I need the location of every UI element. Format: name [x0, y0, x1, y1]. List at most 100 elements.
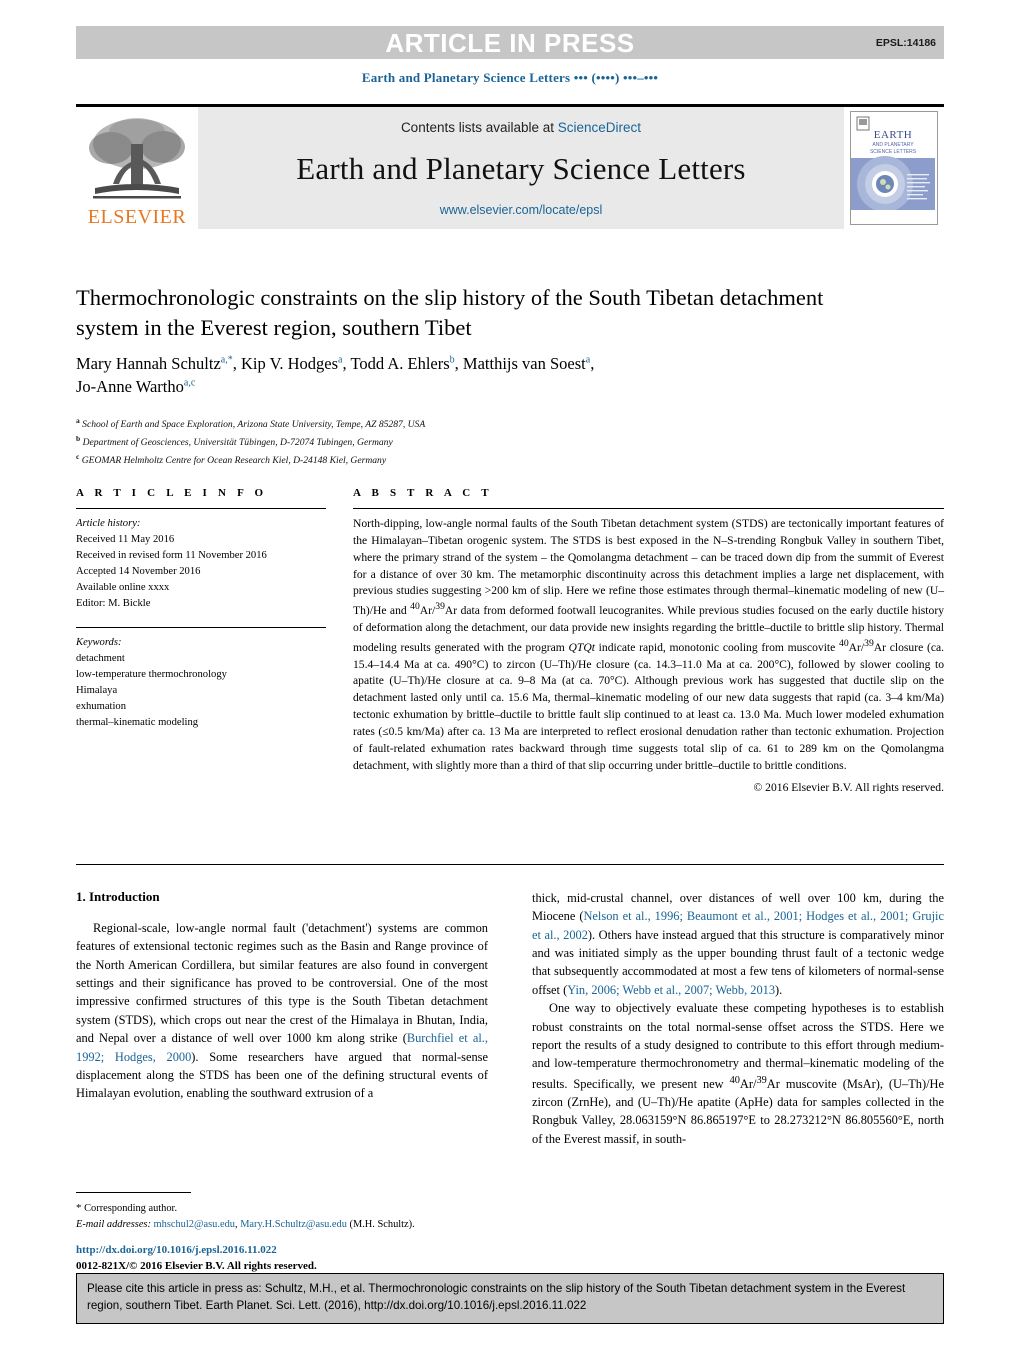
article-in-press-banner: ARTICLE IN PRESS EPSL:14186: [76, 26, 944, 59]
intro-right-text: thick, mid-crustal channel, over distanc…: [532, 889, 944, 1148]
abstract-copyright: © 2016 Elsevier B.V. All rights reserved…: [753, 780, 944, 794]
affiliation-marker: b: [76, 434, 81, 444]
affiliation-marker: c: [76, 452, 80, 462]
abstract-isotope-ar-3: Ar/: [848, 640, 865, 654]
paragraph: One way to objectively evaluate these co…: [532, 999, 944, 1148]
abstract-isotope-ar-1: Ar/: [419, 604, 436, 618]
elsevier-logo: ELSEVIER: [76, 107, 198, 229]
affiliation-marker: a: [76, 416, 80, 425]
abstract-program-name: QTQt: [568, 640, 595, 654]
author-name: Mary Hannah Schultz: [76, 354, 221, 373]
svg-text:AND PLANETARY: AND PLANETARY: [872, 142, 914, 148]
history-item: Received in revised form 11 November 201…: [76, 550, 267, 562]
journal-code-label: EPSL:14186: [875, 36, 936, 49]
history-item: Editor: M. Bickle: [76, 598, 151, 610]
keyword-item: thermal–kinematic modeling: [76, 717, 199, 729]
journal-masthead: ELSEVIER Contents lists available at Sci…: [76, 107, 944, 229]
keyword-item: detachment: [76, 652, 125, 664]
author-name: Jo-Anne Wartho: [76, 377, 184, 397]
corresponding-author-note: * Corresponding author. E-mail addresses…: [76, 1200, 488, 1232]
abstract-isotope-sup-2: 39: [435, 601, 445, 613]
history-item: Received 11 May 2016: [76, 534, 175, 546]
corresponding-author-text: Corresponding author.: [84, 1203, 178, 1214]
masthead-center: Contents lists available at ScienceDirec…: [198, 107, 844, 229]
keywords-rule: [76, 626, 326, 628]
intro-isotope-sup-1: 40: [729, 1074, 740, 1086]
abstract-part-3: indicate rapid, monotonic cooling from m…: [594, 640, 840, 654]
affiliation-text: Department of Geosciences, Universität T…: [82, 437, 393, 449]
article-history-label: Article history:: [76, 518, 141, 529]
keywords-label: Keywords:: [76, 636, 122, 648]
affiliation-list: a School of Earth and Space Exploration,…: [76, 415, 776, 469]
abstract-isotope-sup-3: 40: [839, 637, 849, 649]
abstract-text: North-dipping, low-angle normal faults o…: [353, 516, 944, 775]
journal-title: Earth and Planetary Science Letters: [296, 150, 746, 186]
intro-left-part-1: Regional-scale, low-angle normal fault (…: [76, 921, 488, 1046]
paper-page: ARTICLE IN PRESS EPSL:14186 Earth and Pl…: [0, 0, 1020, 1351]
author-name: Kip V. Hodges: [241, 354, 339, 373]
email-link-1[interactable]: mhschul2@asu.edu: [154, 1219, 235, 1230]
article-title: Thermochronologic constraints on the sli…: [76, 285, 824, 340]
keyword-item: exhumation: [76, 700, 127, 712]
affiliation-item: c GEOMAR Helmholtz Centre for Ocean Rese…: [76, 451, 776, 469]
footnote-asterisk: *: [76, 1202, 82, 1214]
author-name: Todd A. Ehlers: [350, 354, 450, 373]
abstract-column: A B S T R A C T North-dipping, low-angle…: [353, 487, 944, 794]
citation-link[interactable]: Yin, 2006; Webb et al., 2007; Webb, 2013: [567, 983, 775, 997]
svg-text:EARTH: EARTH: [874, 129, 913, 141]
body-column-left: 1. Introduction Regional-scale, low-angl…: [76, 889, 488, 1103]
body-column-right: thick, mid-crustal channel, over distanc…: [532, 889, 944, 1148]
contents-list-line: Contents lists available at ScienceDirec…: [401, 120, 641, 135]
author-affil-marker: a,c: [183, 377, 196, 389]
keyword-item: Himalaya: [76, 684, 118, 696]
intro-isotope-ar-1: Ar/: [739, 1076, 757, 1091]
journal-homepage-link[interactable]: www.elsevier.com/locate/epsl: [440, 203, 603, 217]
article-info-column: A R T I C L E I N F O Article history: R…: [76, 487, 326, 731]
intro-left-text: Regional-scale, low-angle normal fault (…: [76, 919, 488, 1103]
intro-right-part-3: ).: [775, 982, 783, 997]
footnote-rule: [76, 1192, 191, 1193]
author-affil-marker: b: [449, 354, 455, 366]
intro-isotope-ar-2: Ar: [766, 1076, 780, 1091]
abstract-isotope-sup-1: 40: [410, 601, 420, 613]
abstract-isotope-sup-4: 39: [864, 637, 874, 649]
author-affil-marker: a,*: [220, 354, 233, 366]
affiliation-text: School of Earth and Space Exploration, A…: [82, 419, 426, 431]
svg-text:SCIENCE LETTERS: SCIENCE LETTERS: [870, 149, 917, 155]
history-item: Available online xxxx: [76, 582, 170, 594]
paragraph: Regional-scale, low-angle normal fault (…: [76, 919, 488, 1103]
journal-cover-block: EARTH AND PLANETARY SCIENCE LETTERS: [844, 107, 944, 229]
running-head: Earth and Planetary Science Letters ••• …: [361, 70, 659, 85]
author-name: Matthijs van Soest: [462, 354, 586, 373]
article-info-heading: A R T I C L E I N F O: [76, 487, 268, 499]
intro-isotope-sup-2: 39: [756, 1074, 767, 1086]
abstract-part-4: closure (ca. 15.4–14.4 Ma at ca. 490°C) …: [353, 640, 945, 772]
keyword-item: low-temperature thermochronology: [76, 668, 227, 680]
article-history-block: Article history: Received 11 May 2016 Re…: [76, 516, 326, 613]
abstract-isotope-ar-2: Ar: [444, 604, 458, 618]
abstract-isotope-ar-4: Ar: [873, 640, 887, 654]
author-affil-marker: a: [338, 354, 343, 366]
author-affil-marker: a: [585, 354, 591, 366]
author-list: Mary Hannah Schultza,*, Kip V. Hodgesa, …: [76, 354, 595, 397]
doi-block: http://dx.doi.org/10.1016/j.epsl.2016.11…: [76, 1243, 506, 1275]
cite-this-article-box: Please cite this article in press as: Sc…: [76, 1273, 944, 1324]
email-link-2[interactable]: Mary.H.Schultz@asu.edu: [240, 1219, 347, 1230]
contents-prefix: Contents lists available at: [400, 119, 558, 135]
email-label: E-mail addresses:: [76, 1218, 151, 1230]
elsevier-tree-icon: [89, 118, 185, 199]
journal-cover-art: EARTH AND PLANETARY SCIENCE LETTERS: [851, 112, 935, 222]
affiliation-item: b Department of Geosciences, Universität…: [76, 433, 776, 451]
affiliation-item: a School of Earth and Space Exploration,…: [76, 415, 776, 433]
doi-link[interactable]: http://dx.doi.org/10.1016/j.epsl.2016.11…: [76, 1243, 506, 1259]
sciencedirect-link[interactable]: ScienceDirect: [558, 120, 641, 135]
body-top-rule: [76, 864, 944, 865]
abstract-rule: [353, 508, 944, 509]
journal-cover-thumbnail: EARTH AND PLANETARY SCIENCE LETTERS: [850, 111, 938, 225]
abstract-heading: A B S T R A C T: [353, 487, 493, 499]
article-in-press-label: ARTICLE IN PRESS: [385, 27, 635, 58]
footnote-block: * Corresponding author. E-mail addresses…: [76, 1192, 488, 1232]
section-heading-introduction: 1. Introduction: [76, 889, 160, 904]
keywords-block: Keywords: detachment low-temperature the…: [76, 635, 326, 732]
